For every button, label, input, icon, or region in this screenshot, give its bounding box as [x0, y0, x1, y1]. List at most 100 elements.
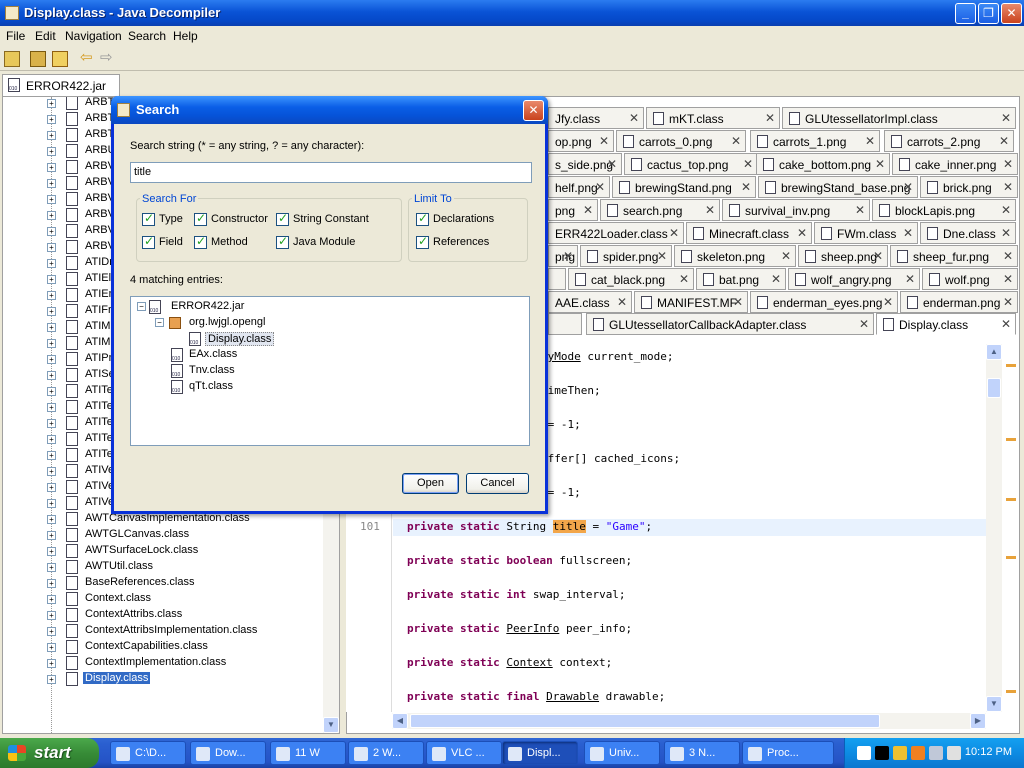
editor-tab[interactable]: search.png ✕ — [600, 199, 720, 221]
search-results-tree[interactable]: − ERROR422.jar − org.lwjgl.opengl Displa… — [130, 296, 530, 446]
tab-close-icon[interactable]: ✕ — [883, 295, 893, 309]
window-title-bar[interactable]: Display.class - Java Decompiler _ ❐ ✕ — [0, 0, 1024, 26]
tab-close-icon[interactable]: ✕ — [771, 272, 781, 286]
editor-tab[interactable]: carrots_2.png ✕ — [884, 130, 1014, 152]
java-module-checkbox[interactable] — [276, 234, 289, 249]
collapse-icon[interactable]: − — [137, 302, 146, 311]
tab-close-icon[interactable]: ✕ — [859, 317, 869, 331]
editor-tab[interactable]: spider.png ✕ — [580, 245, 672, 267]
editor-tab[interactable]: png ✕ — [548, 199, 598, 221]
editor-tab[interactable]: bat.png ✕ — [696, 268, 786, 290]
tree-item[interactable]: + ContextCapabilities.class — [3, 639, 323, 655]
overview-ruler-mark[interactable] — [1006, 498, 1016, 501]
expand-icon[interactable]: + — [47, 115, 56, 124]
tab-close-icon[interactable]: ✕ — [1001, 317, 1011, 331]
editor-tab[interactable]: carrots_1.png ✕ — [750, 130, 880, 152]
back-arrow-icon[interactable]: ⇦ — [80, 50, 96, 67]
scroll-up-arrow-icon[interactable]: ▲ — [986, 344, 1002, 360]
editor-tab[interactable]: Dne.class ✕ — [920, 222, 1016, 244]
tray-app-icon[interactable] — [875, 746, 889, 760]
tab-close-icon[interactable]: ✕ — [1001, 111, 1011, 125]
restore-button[interactable]: ❐ — [978, 3, 999, 24]
editor-tab[interactable]: brewingStand.png ✕ — [612, 176, 756, 198]
taskbar-button[interactable]: 2 W... — [348, 741, 424, 765]
taskbar-button[interactable]: Dow... — [190, 741, 266, 765]
editor-tab[interactable]: sheep.png ✕ — [798, 245, 888, 267]
editor-tab[interactable]: wolf.png ✕ — [922, 268, 1018, 290]
editor-tab[interactable]: Minecraft.class ✕ — [686, 222, 812, 244]
code-h-scroll-thumb[interactable] — [410, 714, 880, 728]
expand-icon[interactable]: + — [47, 339, 56, 348]
editor-tab[interactable]: blockLapis.png ✕ — [872, 199, 1016, 221]
expand-icon[interactable]: + — [47, 483, 56, 492]
jar-tab[interactable]: ERROR422.jar — [2, 74, 120, 96]
editor-tab[interactable]: wolf_angry.png ✕ — [788, 268, 920, 290]
menu-file[interactable]: File — [6, 29, 25, 43]
editor-tab[interactable]: ERR422Loader.class ✕ — [548, 222, 684, 244]
tree-item[interactable]: + Display.class — [3, 671, 323, 687]
editor-tab[interactable]: enderman.png ✕ — [900, 291, 1018, 313]
tab-close-icon[interactable]: ✕ — [903, 226, 913, 240]
scroll-down-arrow-icon[interactable]: ▼ — [323, 717, 339, 733]
tree-item[interactable]: + AWTSurfaceLock.class — [3, 543, 323, 559]
editor-tab[interactable]: cat_black.png ✕ — [568, 268, 694, 290]
tab-close-icon[interactable]: ✕ — [731, 134, 741, 148]
tab-close-icon[interactable]: ✕ — [1003, 295, 1013, 309]
collapse-icon[interactable]: − — [155, 318, 164, 327]
tab-close-icon[interactable]: ✕ — [669, 226, 679, 240]
expand-icon[interactable]: + — [47, 99, 56, 108]
expand-icon[interactable]: + — [47, 307, 56, 316]
tab-close-icon[interactable]: ✕ — [873, 249, 883, 263]
expand-icon[interactable]: + — [47, 371, 56, 380]
expand-icon[interactable]: + — [47, 579, 56, 588]
overview-ruler-mark[interactable] — [1006, 556, 1016, 559]
editor-tab[interactable]: helf.png ✕ — [548, 176, 610, 198]
expand-icon[interactable]: + — [47, 275, 56, 284]
tree-item[interactable]: + ContextAttribs.class — [3, 607, 323, 623]
dialog-close-button[interactable]: ✕ — [523, 100, 544, 121]
tab-close-icon[interactable]: ✕ — [599, 134, 609, 148]
tree-item[interactable]: + BaseReferences.class — [3, 575, 323, 591]
tree-item[interactable]: + ContextImplementation.class — [3, 655, 323, 671]
expand-icon[interactable]: + — [47, 179, 56, 188]
tray-arrow-icon[interactable] — [857, 746, 871, 760]
tab-close-icon[interactable]: ✕ — [781, 249, 791, 263]
taskbar-button[interactable]: 11 W — [270, 741, 346, 765]
expand-icon[interactable]: + — [47, 291, 56, 300]
expand-icon[interactable]: + — [47, 355, 56, 364]
expand-icon[interactable]: + — [47, 451, 56, 460]
expand-icon[interactable]: + — [47, 627, 56, 636]
code-type-ref[interactable]: PeerInfo — [506, 622, 559, 635]
start-button[interactable]: start — [0, 738, 99, 768]
taskbar-button[interactable]: VLC ... — [426, 741, 502, 765]
string-constant-checkbox[interactable] — [276, 211, 289, 226]
tab-close-icon[interactable]: ✕ — [875, 157, 885, 171]
overview-ruler-mark[interactable] — [1006, 690, 1016, 693]
editor-tab[interactable]: enderman_eyes.png ✕ — [750, 291, 898, 313]
code-scroll-thumb[interactable] — [987, 378, 1001, 398]
expand-icon[interactable]: + — [47, 227, 56, 236]
tree-item[interactable]: + Context.class — [3, 591, 323, 607]
editor-tab[interactable]: MANIFEST.MF ✕ — [634, 291, 748, 313]
taskbar-button[interactable]: Displ... — [502, 741, 578, 765]
expand-icon[interactable]: + — [47, 675, 56, 684]
expand-icon[interactable]: + — [47, 259, 56, 268]
editor-tab[interactable]: carrots_0.png ✕ — [616, 130, 746, 152]
expand-icon[interactable]: + — [47, 595, 56, 604]
editor-tab[interactable] — [548, 268, 566, 290]
tab-close-icon[interactable]: ✕ — [797, 226, 807, 240]
code-vertical-scrollbar[interactable]: ▲ ▼ — [986, 344, 1002, 712]
tab-close-icon[interactable]: ✕ — [1003, 180, 1013, 194]
expand-icon[interactable]: + — [47, 643, 56, 652]
expand-icon[interactable]: + — [47, 419, 56, 428]
type-checkbox[interactable] — [142, 211, 155, 226]
field-checkbox[interactable] — [142, 234, 155, 249]
editor-tab[interactable]: op.png ✕ — [548, 130, 614, 152]
tab-close-icon[interactable]: ✕ — [733, 295, 743, 309]
expand-icon[interactable]: + — [47, 563, 56, 572]
editor-tab[interactable]: FWm.class ✕ — [814, 222, 918, 244]
code-horizontal-scrollbar[interactable]: ◀ ▶ — [392, 713, 986, 729]
taskbar-button[interactable]: Proc... — [742, 741, 834, 765]
cancel-button[interactable]: Cancel — [466, 473, 529, 494]
menu-navigation[interactable]: Navigation — [65, 29, 122, 43]
